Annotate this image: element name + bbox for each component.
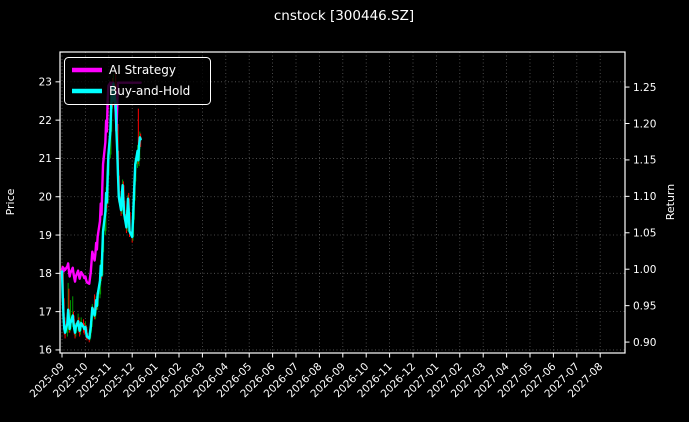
price-tick-label: 18 xyxy=(39,268,52,280)
return-tick-label: 0.90 xyxy=(633,337,656,349)
chart-title: cnstock [300446.SZ] xyxy=(274,8,414,24)
legend: AI Strategy Buy-and-Hold xyxy=(64,57,211,105)
axes-layer: 2025-092025-102025-112025-122026-012026-… xyxy=(28,77,657,401)
left-axis-label: Price xyxy=(4,188,17,215)
return-tick-label: 1.05 xyxy=(633,228,656,240)
return-tick-label: 1.20 xyxy=(633,118,656,130)
return-tick-label: 1.15 xyxy=(633,155,656,167)
chart-figure: 2025-09 2025-10 2025-11 2025-12 2026-01 2026-… xyxy=(0,0,689,422)
price-tick-label: 23 xyxy=(39,77,52,89)
legend-label-buy-and-hold: Buy-and-Hold xyxy=(109,84,190,98)
return-tick-label: 1.10 xyxy=(633,191,656,203)
price-tick-label: 16 xyxy=(39,345,53,357)
price-tick-label: 22 xyxy=(39,115,52,127)
chart-canvas: 2025-092025-102025-112025-122026-012026-… xyxy=(4,8,677,401)
price-tick-label: 21 xyxy=(39,153,52,165)
return-tick-label: 1.25 xyxy=(633,82,656,94)
legend-label-ai-strategy: AI Strategy xyxy=(109,63,176,77)
price-tick-label: 17 xyxy=(39,306,52,318)
series-lines-layer xyxy=(60,81,142,340)
right-axis-label: Return xyxy=(664,184,677,221)
return-tick-label: 1.00 xyxy=(633,264,656,276)
price-tick-label: 20 xyxy=(39,192,52,204)
return-tick-label: 0.95 xyxy=(633,300,656,312)
price-tick-label: 19 xyxy=(39,230,52,242)
